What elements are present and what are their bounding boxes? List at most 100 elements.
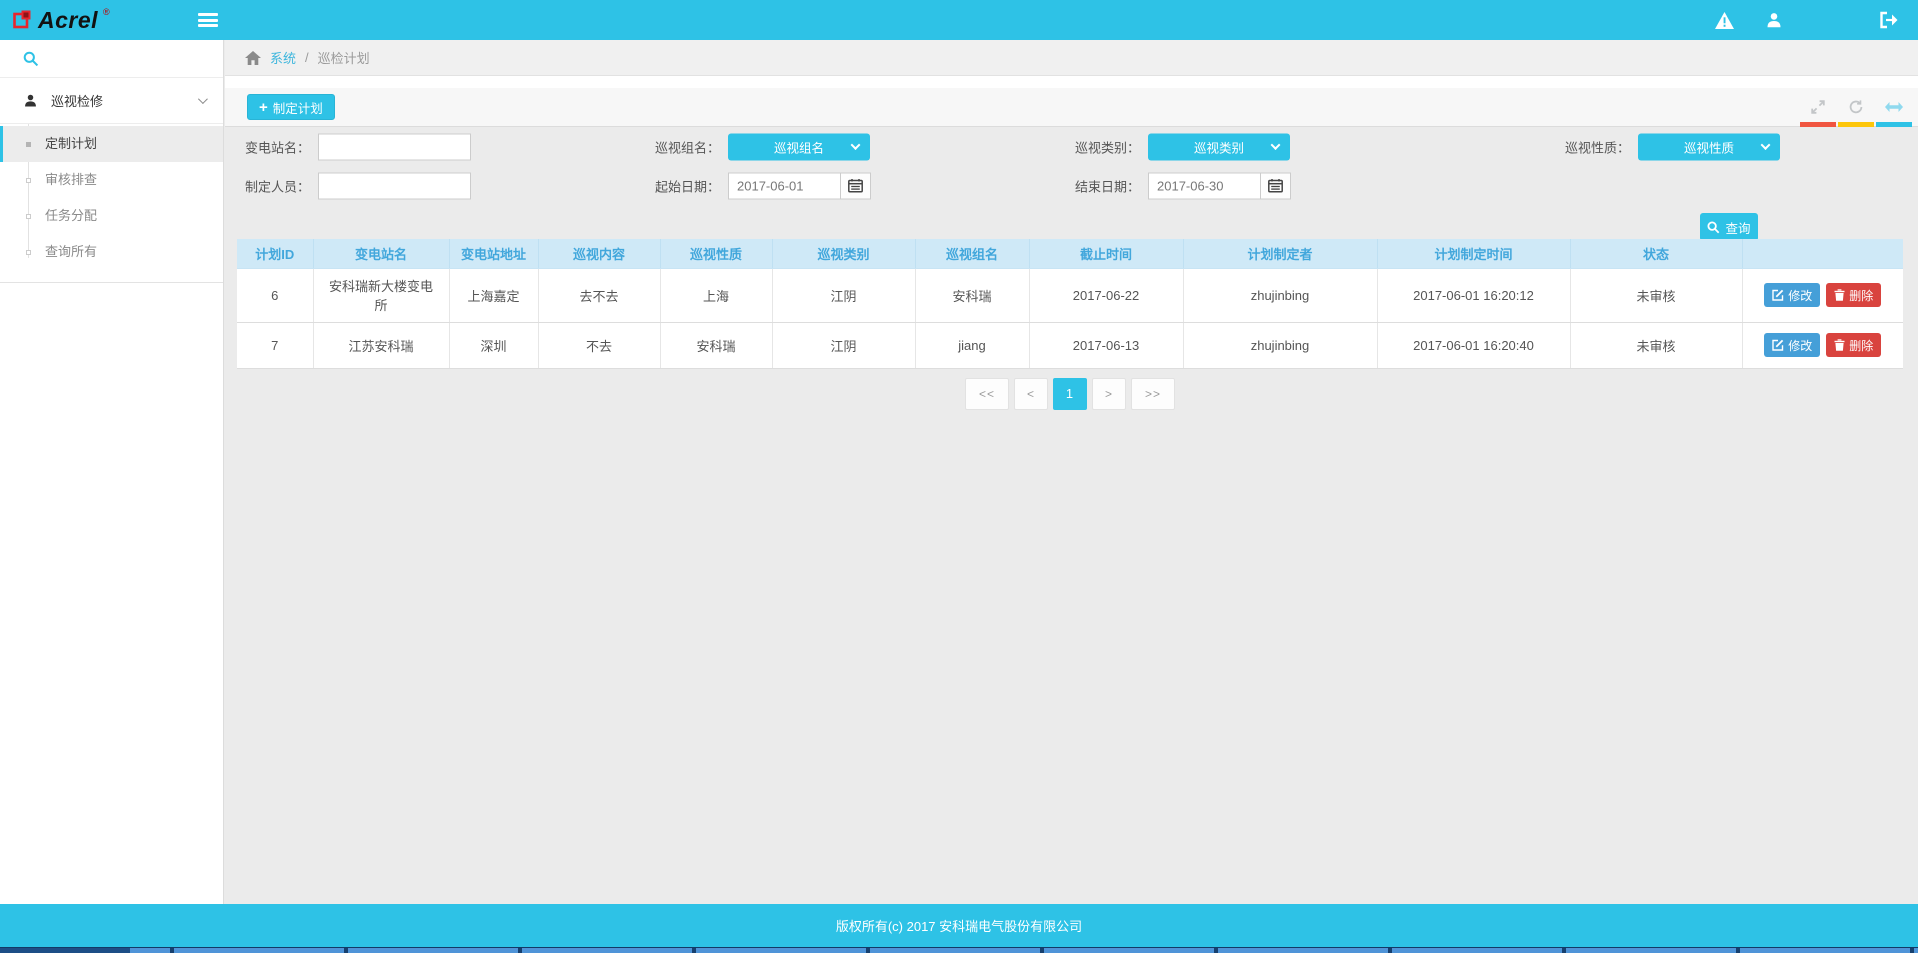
tree-node-icon [26, 250, 31, 255]
cell-plan-id: 6 [237, 268, 313, 322]
patrol-group-select[interactable]: 巡视组名 [728, 133, 870, 160]
left-right-arrow-icon [1885, 102, 1903, 112]
pagination-prev[interactable]: < [1014, 378, 1048, 410]
logo-text: Acrel [38, 9, 98, 31]
panel-toolbar: + 制定计划 [225, 88, 1918, 127]
column-header-address[interactable]: 变电站地址 [449, 239, 538, 268]
create-plan-button[interactable]: + 制定计划 [247, 94, 335, 120]
column-header-category[interactable]: 巡视类别 [772, 239, 915, 268]
column-header-created[interactable]: 计划制定时间 [1377, 239, 1570, 268]
plans-table: 计划ID 变电站名 变电站地址 巡视内容 巡视性质 巡视类别 巡视组名 截止时间… [237, 239, 1903, 369]
copyright-text: 版权所有(c) 2017 安科瑞电气股份有限公司 [836, 916, 1082, 935]
cell-status: 未审核 [1570, 268, 1742, 322]
pagination-page-1[interactable]: 1 [1053, 378, 1087, 410]
planner-label: 制定人员： [245, 176, 310, 195]
filter-area: 变电站名： 巡视组名： 巡视组名 巡视类别： 巡视类别 巡视性质： [225, 127, 1918, 205]
patrol-nature-value: 巡视性质 [1684, 137, 1734, 156]
alerts-button[interactable] [1704, 0, 1744, 40]
calendar-icon [848, 179, 863, 193]
sidebar-item-task-assign[interactable]: 任务分配 [0, 198, 223, 234]
start-date-picker-button[interactable] [841, 172, 871, 199]
planner-input[interactable] [318, 172, 471, 199]
column-header-content[interactable]: 巡视内容 [538, 239, 660, 268]
sidebar-item-label: 任务分配 [45, 208, 97, 223]
delete-button[interactable]: 删除 [1826, 283, 1881, 307]
edit-icon [1772, 339, 1784, 351]
main-content: 系统 / 巡检计划 + 制定计划 [225, 40, 1918, 904]
sidebar-item-query-all[interactable]: 查询所有 [0, 234, 223, 270]
column-header-plan-id[interactable]: 计划ID [237, 239, 313, 268]
create-plan-label: 制定计划 [273, 98, 323, 117]
cell-address: 上海嘉定 [449, 268, 538, 322]
sidebar-menu-inspection[interactable]: 巡视检修 [0, 78, 223, 124]
patrol-nature-select[interactable]: 巡视性质 [1638, 133, 1780, 160]
plus-icon: + [259, 100, 268, 115]
home-icon[interactable] [245, 51, 261, 65]
station-name-input[interactable] [318, 133, 471, 160]
sidebar-menu-label: 巡视检修 [51, 91, 185, 110]
cell-status: 未审核 [1570, 322, 1742, 368]
top-bar: Acrel ® [0, 0, 1918, 40]
cell-actions: 修改 删除 [1742, 268, 1903, 322]
column-header-station[interactable]: 变电站名 [313, 239, 449, 268]
pagination-last[interactable]: >> [1131, 378, 1175, 410]
pagination-first[interactable]: << [965, 378, 1009, 410]
edit-button-label: 修改 [1788, 287, 1812, 304]
logout-icon [1878, 11, 1899, 29]
end-date-label: 结束日期： [1075, 176, 1140, 195]
app-logo: Acrel ® [0, 9, 190, 31]
edit-icon [1772, 289, 1784, 301]
edit-button[interactable]: 修改 [1764, 333, 1820, 357]
trash-icon [1834, 289, 1845, 301]
sidebar-item-review[interactable]: 审核排查 [0, 162, 223, 198]
patrol-category-label: 巡视类别： [1075, 137, 1140, 156]
cell-planner: zhujinbing [1183, 322, 1377, 368]
breadcrumb-current: 巡检计划 [318, 48, 370, 67]
os-taskbar-sliver [0, 947, 1918, 953]
column-header-status[interactable]: 状态 [1570, 239, 1742, 268]
column-header-group[interactable]: 巡视组名 [915, 239, 1029, 268]
end-date-picker-button[interactable] [1261, 172, 1291, 199]
start-date-label: 起始日期： [655, 176, 720, 195]
cell-category: 江阴 [772, 322, 915, 368]
plans-table-wrap: 计划ID 变电站名 变电站地址 巡视内容 巡视性质 巡视类别 巡视组名 截止时间… [237, 239, 1903, 410]
delete-button[interactable]: 删除 [1826, 333, 1881, 357]
patrol-category-select[interactable]: 巡视类别 [1148, 133, 1290, 160]
breadcrumb-link-system[interactable]: 系统 [270, 48, 296, 67]
column-header-planner[interactable]: 计划制定者 [1183, 239, 1377, 268]
sidebar-item-custom-plan[interactable]: 定制计划 [0, 126, 223, 162]
sidebar-item-label: 定制计划 [45, 136, 97, 151]
column-header-deadline[interactable]: 截止时间 [1029, 239, 1183, 268]
cell-content: 去不去 [538, 268, 660, 322]
user-menu-button[interactable] [1754, 0, 1794, 40]
tree-node-icon [26, 178, 31, 183]
cell-content: 不去 [538, 322, 660, 368]
pagination-next[interactable]: > [1092, 378, 1126, 410]
end-date-input[interactable] [1148, 172, 1261, 199]
column-header-nature[interactable]: 巡视性质 [660, 239, 772, 268]
column-header-actions [1742, 239, 1903, 268]
cell-planner: zhujinbing [1183, 268, 1377, 322]
collapse-button[interactable] [1875, 88, 1913, 126]
start-date-input[interactable] [728, 172, 841, 199]
panel-controls [1799, 88, 1913, 126]
cell-station: 安科瑞新大楼变电所 [313, 268, 449, 322]
hamburger-icon[interactable] [198, 13, 218, 27]
table-row: 7 江苏安科瑞 深圳 不去 安科瑞 江阴 jiang 2017-06-13 zh… [237, 322, 1903, 368]
edit-button[interactable]: 修改 [1764, 283, 1820, 307]
fullscreen-button[interactable] [1799, 88, 1837, 126]
query-button-label: 查询 [1725, 218, 1750, 237]
sidebar-search[interactable] [0, 40, 223, 78]
trash-icon [1834, 339, 1845, 351]
cell-group: 安科瑞 [915, 268, 1029, 322]
logout-button[interactable] [1868, 0, 1908, 40]
refresh-button[interactable] [1837, 88, 1875, 126]
sidebar-item-label: 审核排查 [45, 172, 97, 187]
chevron-down-icon [198, 94, 208, 104]
query-button[interactable]: 查询 [1700, 213, 1758, 241]
calendar-icon [1268, 179, 1283, 193]
user-icon [1765, 11, 1783, 29]
cell-actions: 修改 删除 [1742, 322, 1903, 368]
delete-button-label: 删除 [1849, 337, 1873, 354]
cell-deadline: 2017-06-22 [1029, 268, 1183, 322]
